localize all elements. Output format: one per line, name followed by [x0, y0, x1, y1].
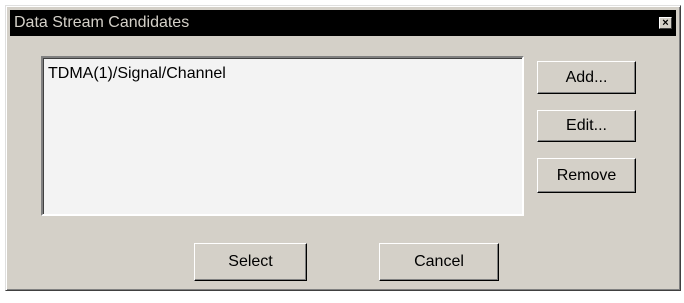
add-button[interactable]: Add... [537, 61, 636, 94]
edit-button-label: Edit... [566, 117, 607, 134]
close-icon: × [662, 17, 669, 29]
select-button[interactable]: Select [194, 243, 307, 281]
edit-button[interactable]: Edit... [537, 110, 636, 142]
list-item[interactable]: TDMA(1)/Signal/Channel [48, 64, 226, 84]
title-bar[interactable]: Data Stream Candidates × [10, 10, 676, 36]
window-title: Data Stream Candidates [14, 14, 190, 31]
data-stream-candidates-dialog: Data Stream Candidates × TDMA(1)/Signal/… [5, 5, 681, 291]
select-button-label: Select [228, 253, 273, 270]
add-button-label: Add... [565, 69, 608, 86]
remove-button-label: Remove [556, 167, 617, 184]
remove-button[interactable]: Remove [537, 158, 636, 193]
cancel-button[interactable]: Cancel [379, 243, 499, 281]
close-button[interactable]: × [659, 17, 672, 29]
cancel-button-label: Cancel [414, 253, 464, 270]
candidates-list[interactable]: TDMA(1)/Signal/Channel [41, 56, 524, 216]
